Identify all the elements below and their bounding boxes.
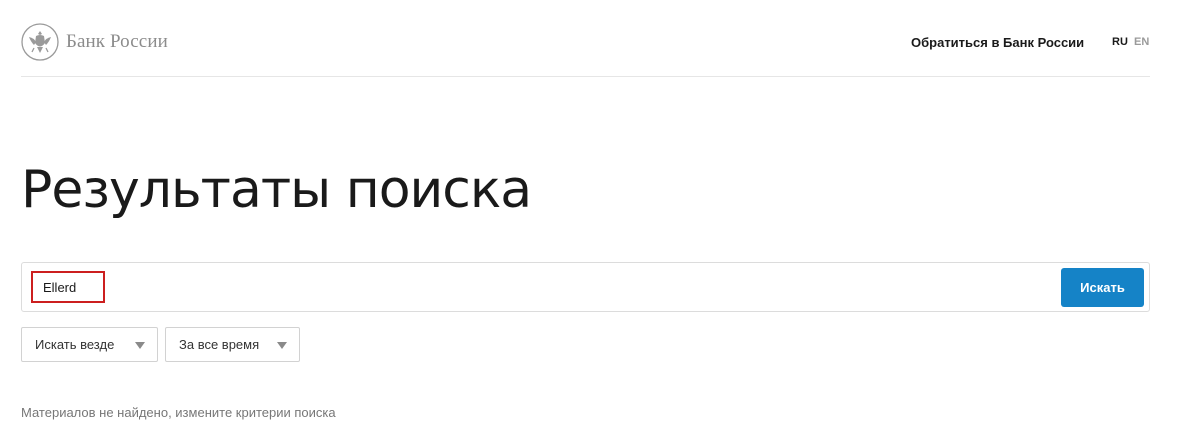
search-scope-dropdown[interactable]: Искать везде (21, 327, 158, 362)
language-ru[interactable]: RU (1112, 36, 1128, 48)
chevron-down-icon (277, 342, 287, 349)
search-scope-value: Искать везде (35, 337, 115, 352)
bank-emblem-icon (21, 23, 59, 61)
site-header: Банк России Обратиться в Банк России RU … (21, 0, 1150, 77)
search-button[interactable]: Искать (1061, 268, 1144, 307)
chevron-down-icon (135, 342, 145, 349)
no-results-message: Материалов не найдено, измените критерии… (21, 405, 336, 420)
bank-name: Банк России (66, 31, 168, 52)
search-input[interactable] (31, 271, 105, 303)
bank-logo-link[interactable]: Банк России (21, 23, 168, 61)
search-period-dropdown[interactable]: За все время (165, 327, 300, 362)
language-en[interactable]: EN (1134, 36, 1149, 48)
page-title: Результаты поиска (21, 160, 532, 220)
search-period-value: За все время (179, 337, 260, 352)
search-bar: Искать (21, 262, 1150, 312)
contact-bank-link[interactable]: Обратиться в Банк России (911, 35, 1084, 50)
